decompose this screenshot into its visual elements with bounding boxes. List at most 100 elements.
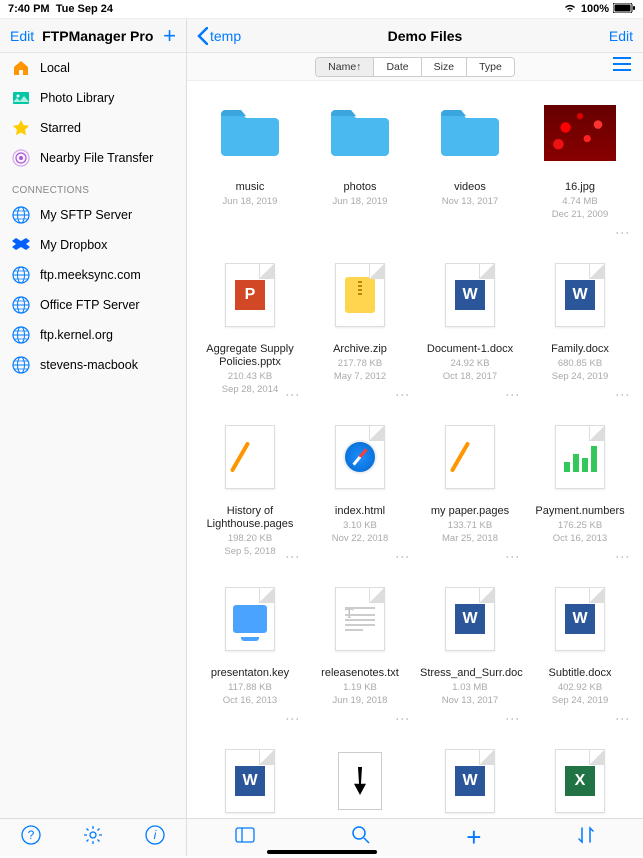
home-indicator <box>267 850 377 854</box>
file-thumbnail: W <box>527 583 633 655</box>
file-thumbnail <box>417 97 523 169</box>
file-thumbnail <box>307 259 413 331</box>
sidebar-item-label: My Dropbox <box>40 238 107 252</box>
file-item-6[interactable]: W Document-1.docx 24.92 KBOct 18, 2017 ⋮ <box>417 259 523 413</box>
file-item-12[interactable]: presentaton.key 117.88 KBOct 16, 2013 ⋮ <box>197 583 303 737</box>
sort-segmented-control[interactable]: Name↑DateSizeType <box>315 57 515 77</box>
home-icon <box>12 59 30 77</box>
back-button[interactable]: temp <box>197 27 241 45</box>
sidebar-item-label: Starred <box>40 121 81 135</box>
file-meta: 402.92 KBSep 24, 2019 <box>552 682 609 707</box>
file-meta: 117.88 KBOct 16, 2013 <box>223 682 277 707</box>
file-menu-button[interactable]: ⋮ <box>615 712 631 725</box>
file-menu-button[interactable]: ⋮ <box>615 226 631 239</box>
help-button[interactable]: ? <box>21 825 41 850</box>
file-menu-button[interactable]: ⋮ <box>285 388 301 401</box>
sidebar-location-3[interactable]: Nearby File Transfer <box>0 143 186 173</box>
file-menu-button[interactable]: ⋮ <box>395 388 411 401</box>
file-thumbnail <box>307 97 413 169</box>
panel-button[interactable] <box>235 827 255 848</box>
add-button[interactable]: + <box>163 23 176 49</box>
info-button[interactable]: i <box>145 825 165 850</box>
file-name: Stress_and_Surr.doc <box>420 667 520 680</box>
search-button[interactable] <box>351 825 371 850</box>
file-name: Family.docx <box>551 343 609 356</box>
sidebar-connection-3[interactable]: Office FTP Server <box>0 290 186 320</box>
sidebar-connection-2[interactable]: ftp.meeksync.com <box>0 260 186 290</box>
sidebar-item-label: ftp.meeksync.com <box>40 268 141 282</box>
file-item-17[interactable] <box>307 745 413 818</box>
file-item-1[interactable]: photos Jun 18, 2019 <box>307 97 413 251</box>
file-thumbnail: X <box>527 745 633 817</box>
file-menu-button[interactable]: ⋮ <box>395 712 411 725</box>
sort-size[interactable]: Size <box>422 58 467 76</box>
file-thumbnail <box>527 421 633 493</box>
sidebar-location-0[interactable]: Local <box>0 53 186 83</box>
file-item-11[interactable]: Payment.numbers 176.25 KBOct 16, 2013 ⋮ <box>527 421 633 575</box>
file-menu-button[interactable]: ⋮ <box>395 550 411 563</box>
file-item-3[interactable]: 16.jpg 4.74 MBDec 21, 2009 ⋮ <box>527 97 633 251</box>
file-menu-button[interactable]: ⋮ <box>285 550 301 563</box>
file-menu-button[interactable]: ⋮ <box>615 550 631 563</box>
file-thumbnail: W <box>417 745 523 817</box>
settings-button[interactable] <box>83 825 103 850</box>
file-menu-button[interactable]: ⋮ <box>505 388 521 401</box>
globe-icon <box>12 296 30 314</box>
sidebar-item-label: Local <box>40 61 70 75</box>
file-meta: 680.85 KBSep 24, 2019 <box>552 358 609 383</box>
file-item-4[interactable]: P Aggregate Supply Policies.pptx 210.43 … <box>197 259 303 413</box>
sidebar-connection-4[interactable]: ftp.kernel.org <box>0 320 186 350</box>
sidebar-connection-0[interactable]: My SFTP Server <box>0 200 186 230</box>
dropbox-icon <box>12 236 30 254</box>
app-title: FTPManager Pro <box>42 28 163 44</box>
sidebar-edit-button[interactable]: Edit <box>10 28 34 44</box>
file-item-0[interactable]: music Jun 18, 2019 <box>197 97 303 251</box>
photo-icon <box>12 89 30 107</box>
new-button[interactable]: + <box>466 822 481 853</box>
globe-icon <box>12 206 30 224</box>
file-item-7[interactable]: W Family.docx 680.85 KBSep 24, 2019 ⋮ <box>527 259 633 413</box>
sort-type[interactable]: Type <box>467 58 514 76</box>
globe-icon <box>12 266 30 284</box>
folder-title: Demo Files <box>241 28 609 44</box>
connections-header: CONNECTIONS <box>0 173 186 200</box>
file-menu-button[interactable]: ⋮ <box>285 712 301 725</box>
file-meta: 217.78 KBMay 7, 2012 <box>334 358 386 383</box>
main-edit-button[interactable]: Edit <box>609 28 633 44</box>
file-item-13[interactable]: T releasenotes.txt 1.19 KBJun 19, 2018 ⋮ <box>307 583 413 737</box>
main-panel: temp Demo Files Edit Name↑DateSizeType m… <box>187 19 643 818</box>
file-name: photos <box>343 181 376 194</box>
transfer-button[interactable] <box>577 826 595 849</box>
file-menu-button[interactable]: ⋮ <box>615 388 631 401</box>
file-item-16[interactable]: W <box>197 745 303 818</box>
sidebar-location-2[interactable]: Starred <box>0 113 186 143</box>
file-thumbnail: W <box>417 259 523 331</box>
file-name: Subtitle.docx <box>549 667 612 680</box>
file-item-19[interactable]: X <box>527 745 633 818</box>
globe-icon <box>12 356 30 374</box>
file-thumbnail <box>197 421 303 493</box>
file-item-14[interactable]: W Stress_and_Surr.doc 1.03 MBNov 13, 201… <box>417 583 523 737</box>
file-item-9[interactable]: index.html 3.10 KBNov 22, 2018 ⋮ <box>307 421 413 575</box>
file-item-10[interactable]: my paper.pages 133.71 KBMar 25, 2018 ⋮ <box>417 421 523 575</box>
sidebar-item-label: Office FTP Server <box>40 298 140 312</box>
file-item-5[interactable]: Archive.zip 217.78 KBMay 7, 2012 ⋮ <box>307 259 413 413</box>
file-thumbnail: W <box>417 583 523 655</box>
view-mode-button[interactable] <box>613 57 631 76</box>
file-menu-button[interactable]: ⋮ <box>505 550 521 563</box>
sidebar-connection-5[interactable]: stevens-macbook <box>0 350 186 380</box>
file-menu-button[interactable]: ⋮ <box>505 712 521 725</box>
file-item-8[interactable]: History of Lighthouse.pages 198.20 KBSep… <box>197 421 303 575</box>
file-item-18[interactable]: W <box>417 745 523 818</box>
sort-date[interactable]: Date <box>374 58 421 76</box>
file-thumbnail <box>417 421 523 493</box>
sort-name↑[interactable]: Name↑ <box>316 58 374 76</box>
sidebar-location-1[interactable]: Photo Library <box>0 83 186 113</box>
file-item-15[interactable]: W Subtitle.docx 402.92 KBSep 24, 2019 ⋮ <box>527 583 633 737</box>
svg-text:i: i <box>154 828 157 842</box>
sidebar-item-label: Photo Library <box>40 91 114 105</box>
file-item-2[interactable]: videos Nov 13, 2017 <box>417 97 523 251</box>
sidebar-connection-1[interactable]: My Dropbox <box>0 230 186 260</box>
file-thumbnail <box>307 421 413 493</box>
file-meta: 1.19 KBJun 19, 2018 <box>333 682 388 707</box>
